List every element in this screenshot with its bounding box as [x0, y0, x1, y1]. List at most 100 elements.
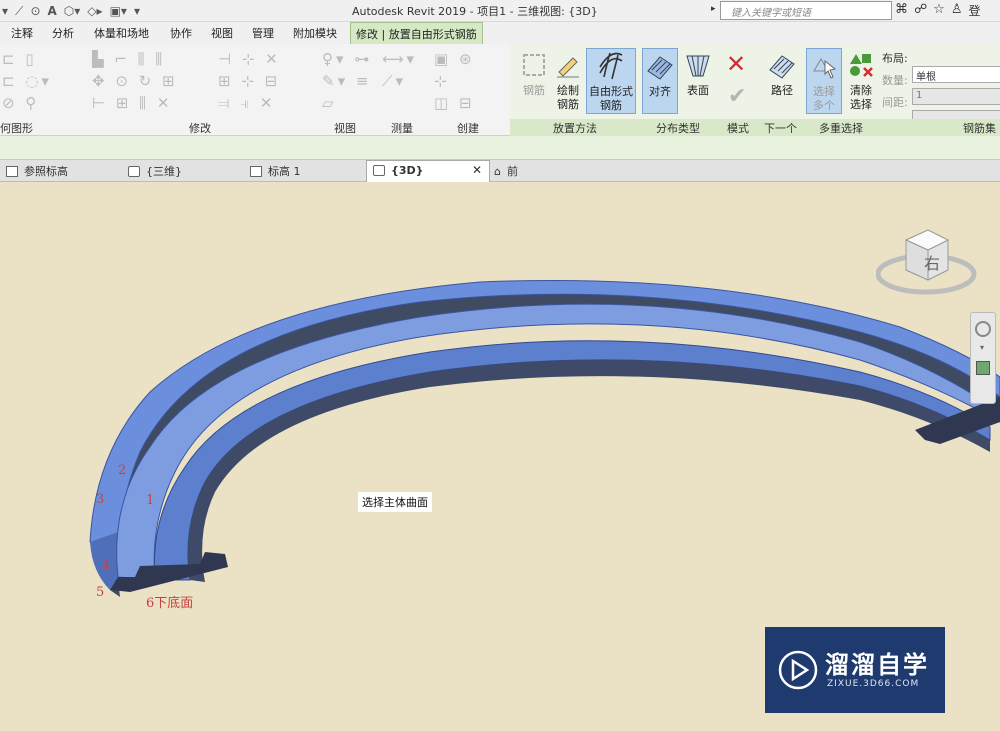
modify-icons-row6[interactable]: ⫤ ⫣ ✕	[218, 92, 281, 114]
align-label: 对齐	[649, 85, 671, 98]
spacing-label: 间距:	[882, 96, 908, 109]
geometry-icons-row1[interactable]: ⊏ ▯	[2, 48, 52, 70]
face-label-4: 4	[102, 558, 111, 573]
face-label-2: 2	[118, 463, 127, 478]
count-input[interactable]: 1	[912, 88, 1000, 105]
surface-button[interactable]: 表面	[680, 48, 716, 114]
sketch-rebar-button[interactable]: 绘制 钢筋	[546, 48, 590, 114]
tab-view[interactable]: 视图	[211, 25, 233, 41]
options-bar	[0, 136, 1000, 160]
modify-icons-row5[interactable]: ⊞ ⊹ ⊟	[218, 70, 281, 92]
view-tabs: 参照标高 {三维} 标高 1 {3D} ✕ ⌂ 前	[0, 160, 1000, 182]
geometry-icons-row3[interactable]: ⊘ ⚲	[2, 92, 52, 114]
tag-icon[interactable]: ⊙	[30, 4, 40, 18]
clear-selection-icon	[850, 54, 873, 77]
surface-icon	[686, 55, 710, 77]
path-icon	[769, 55, 795, 79]
context-panel-titles: 放置方法 分布类型 模式 下一个 多重选择 钢筋集	[510, 119, 1000, 136]
create-icons-row1[interactable]: ▣ ⊛	[434, 48, 475, 70]
quick-access-toolbar: ▾ ⟋ ⊙ A ⬡▾ ◇▸ ▣▾ ▾	[0, 2, 140, 20]
panel-multi-select: 多重选择	[819, 122, 863, 135]
freeform-mesh-icon	[599, 52, 623, 80]
panel-modify: 修改	[189, 122, 211, 135]
tab-manage[interactable]: 管理	[252, 25, 274, 41]
path-label: 路径	[771, 84, 793, 97]
view-icons-row1[interactable]: ♀▾ ⊶	[322, 48, 372, 70]
measure-icons-row1[interactable]: ⟷▾	[382, 48, 417, 70]
view-tab-level-1[interactable]: 标高 1	[250, 163, 301, 179]
panel-rebar-set: 钢筋集	[963, 122, 996, 135]
view-tab-reference-level[interactable]: 参照标高	[6, 163, 68, 179]
view-icons-row3[interactable]: ▱	[322, 92, 372, 114]
view-tab-3d-default[interactable]: {三维}	[128, 163, 182, 179]
modify-tools: ▙ ⌐ ⫼ ⫼ ✥ ⊙ ↻ ⊞ ⊢ ⊞ ⫼ ✕	[92, 48, 178, 114]
create-icons-row2[interactable]: ⊹	[434, 70, 475, 92]
pencil-icon	[557, 57, 579, 78]
title-bar: ▾ ⟋ ⊙ A ⬡▾ ◇▸ ▣▾ ▾ Autodesk Revit 2019 -…	[0, 0, 1000, 22]
modify-icons-row4[interactable]: ⊣ ⊹ ✕	[218, 48, 281, 70]
close-tab-icon[interactable]: ✕	[472, 163, 482, 177]
modify-icons-row3[interactable]: ⊢ ⊞ ⫼ ✕	[92, 92, 178, 114]
3d-viewport[interactable]: 右 ▾ 选择主体曲面 1 2 3 4 5 6下底面 溜溜自学 ZIXUE.3D6…	[0, 182, 1000, 731]
tab-analyze[interactable]: 分析	[52, 25, 74, 41]
align-icon	[647, 56, 673, 80]
tab-massing-site[interactable]: 体量和场地	[94, 25, 149, 41]
binoculars-icon[interactable]: ⌘	[895, 2, 908, 19]
modify-icons-row1[interactable]: ▙ ⌐ ⫼ ⫼	[92, 48, 178, 70]
tab-addins[interactable]: 附加模块	[293, 25, 337, 41]
surface-label: 表面	[687, 84, 709, 97]
select-multiple-button[interactable]: 选择 多个	[806, 48, 842, 114]
nav-dropdown-icon[interactable]: ▾	[980, 343, 984, 352]
clear-selection-button[interactable]: 清除 选择	[842, 48, 880, 114]
freeform-rebar-label-2: 钢筋	[600, 99, 622, 112]
select-multiple-label-2: 多个	[813, 99, 835, 112]
window-title: Autodesk Revit 2019 - 项目1 - 三维视图: {3D}	[352, 5, 598, 18]
status-hint: 选择主体曲面	[358, 492, 432, 512]
watermark: 溜溜自学 ZIXUE.3D66.COM	[765, 627, 945, 713]
measure-icon[interactable]: ⟋	[15, 4, 23, 19]
rebar-label: 钢筋	[523, 84, 545, 97]
path-button[interactable]: 路径	[762, 48, 802, 114]
tab-collaborate[interactable]: 协作	[170, 25, 192, 41]
plan-view-icon	[6, 166, 18, 177]
face-label-5: 5	[96, 585, 105, 600]
search-input[interactable]: 键入关键字或短语	[720, 1, 892, 20]
sign-in-label[interactable]: 登	[968, 2, 980, 19]
view-icons-row2[interactable]: ✎▾ ≡	[322, 70, 372, 92]
title-right-icons: ⌘ ☍ ☆ ♙ 登	[895, 2, 981, 19]
switch-windows-icon[interactable]: ▣▾	[110, 4, 127, 18]
dropdown-icon[interactable]: ▾	[2, 4, 8, 18]
align-button[interactable]: 对齐	[642, 48, 678, 114]
tab-annotate[interactable]: 注释	[11, 25, 33, 41]
face-label-1: 1	[146, 493, 155, 508]
tab-modify-freeform-rebar[interactable]: 修改 | 放置自由形式钢筋	[350, 22, 483, 44]
steering-wheel-icon[interactable]	[975, 321, 991, 337]
finish-edit-icon[interactable]: ✔	[728, 84, 746, 109]
rebar-icon	[523, 54, 545, 76]
panel-distribution-type: 分布类型	[656, 122, 700, 135]
favorites-icon[interactable]: ☆	[933, 2, 945, 19]
watermark-url: ZIXUE.3D66.COM	[827, 679, 920, 689]
view-tab-3d-active[interactable]: {3D} ✕	[366, 160, 490, 182]
search-expand-icon[interactable]: ▸	[711, 4, 716, 14]
panel-placement-method: 放置方法	[553, 122, 597, 135]
select-multiple-icon	[813, 58, 837, 79]
section-icon[interactable]: ◇▸	[87, 4, 102, 18]
text-icon[interactable]: A	[48, 4, 57, 18]
customize-icon[interactable]: ▾	[134, 4, 140, 18]
clear-selection-label-1: 清除	[850, 84, 872, 97]
zoom-icon[interactable]	[976, 361, 990, 375]
create-icons-row3[interactable]: ◫ ⊟	[434, 92, 475, 114]
view-tab-front[interactable]: ⌂ 前	[494, 163, 518, 179]
3d-view-icon[interactable]: ⬡▾	[64, 4, 81, 18]
measure-tools: ⟷▾ ⟋▾	[382, 48, 417, 92]
panel-view: 视图	[334, 122, 356, 135]
modify-icons-row2[interactable]: ✥ ⊙ ↻ ⊞	[92, 70, 178, 92]
measure-icons-row3[interactable]: ⟋▾	[382, 70, 417, 92]
communication-icon[interactable]: ☍	[914, 2, 927, 19]
freeform-rebar-button[interactable]: 自由形式 钢筋	[586, 48, 636, 114]
layout-select[interactable]: 单根	[912, 66, 1000, 83]
geometry-icons-row2[interactable]: ⊏ ◌▾	[2, 70, 52, 92]
user-icon[interactable]: ♙	[951, 2, 963, 19]
cancel-edit-icon[interactable]: ✕	[726, 50, 746, 78]
